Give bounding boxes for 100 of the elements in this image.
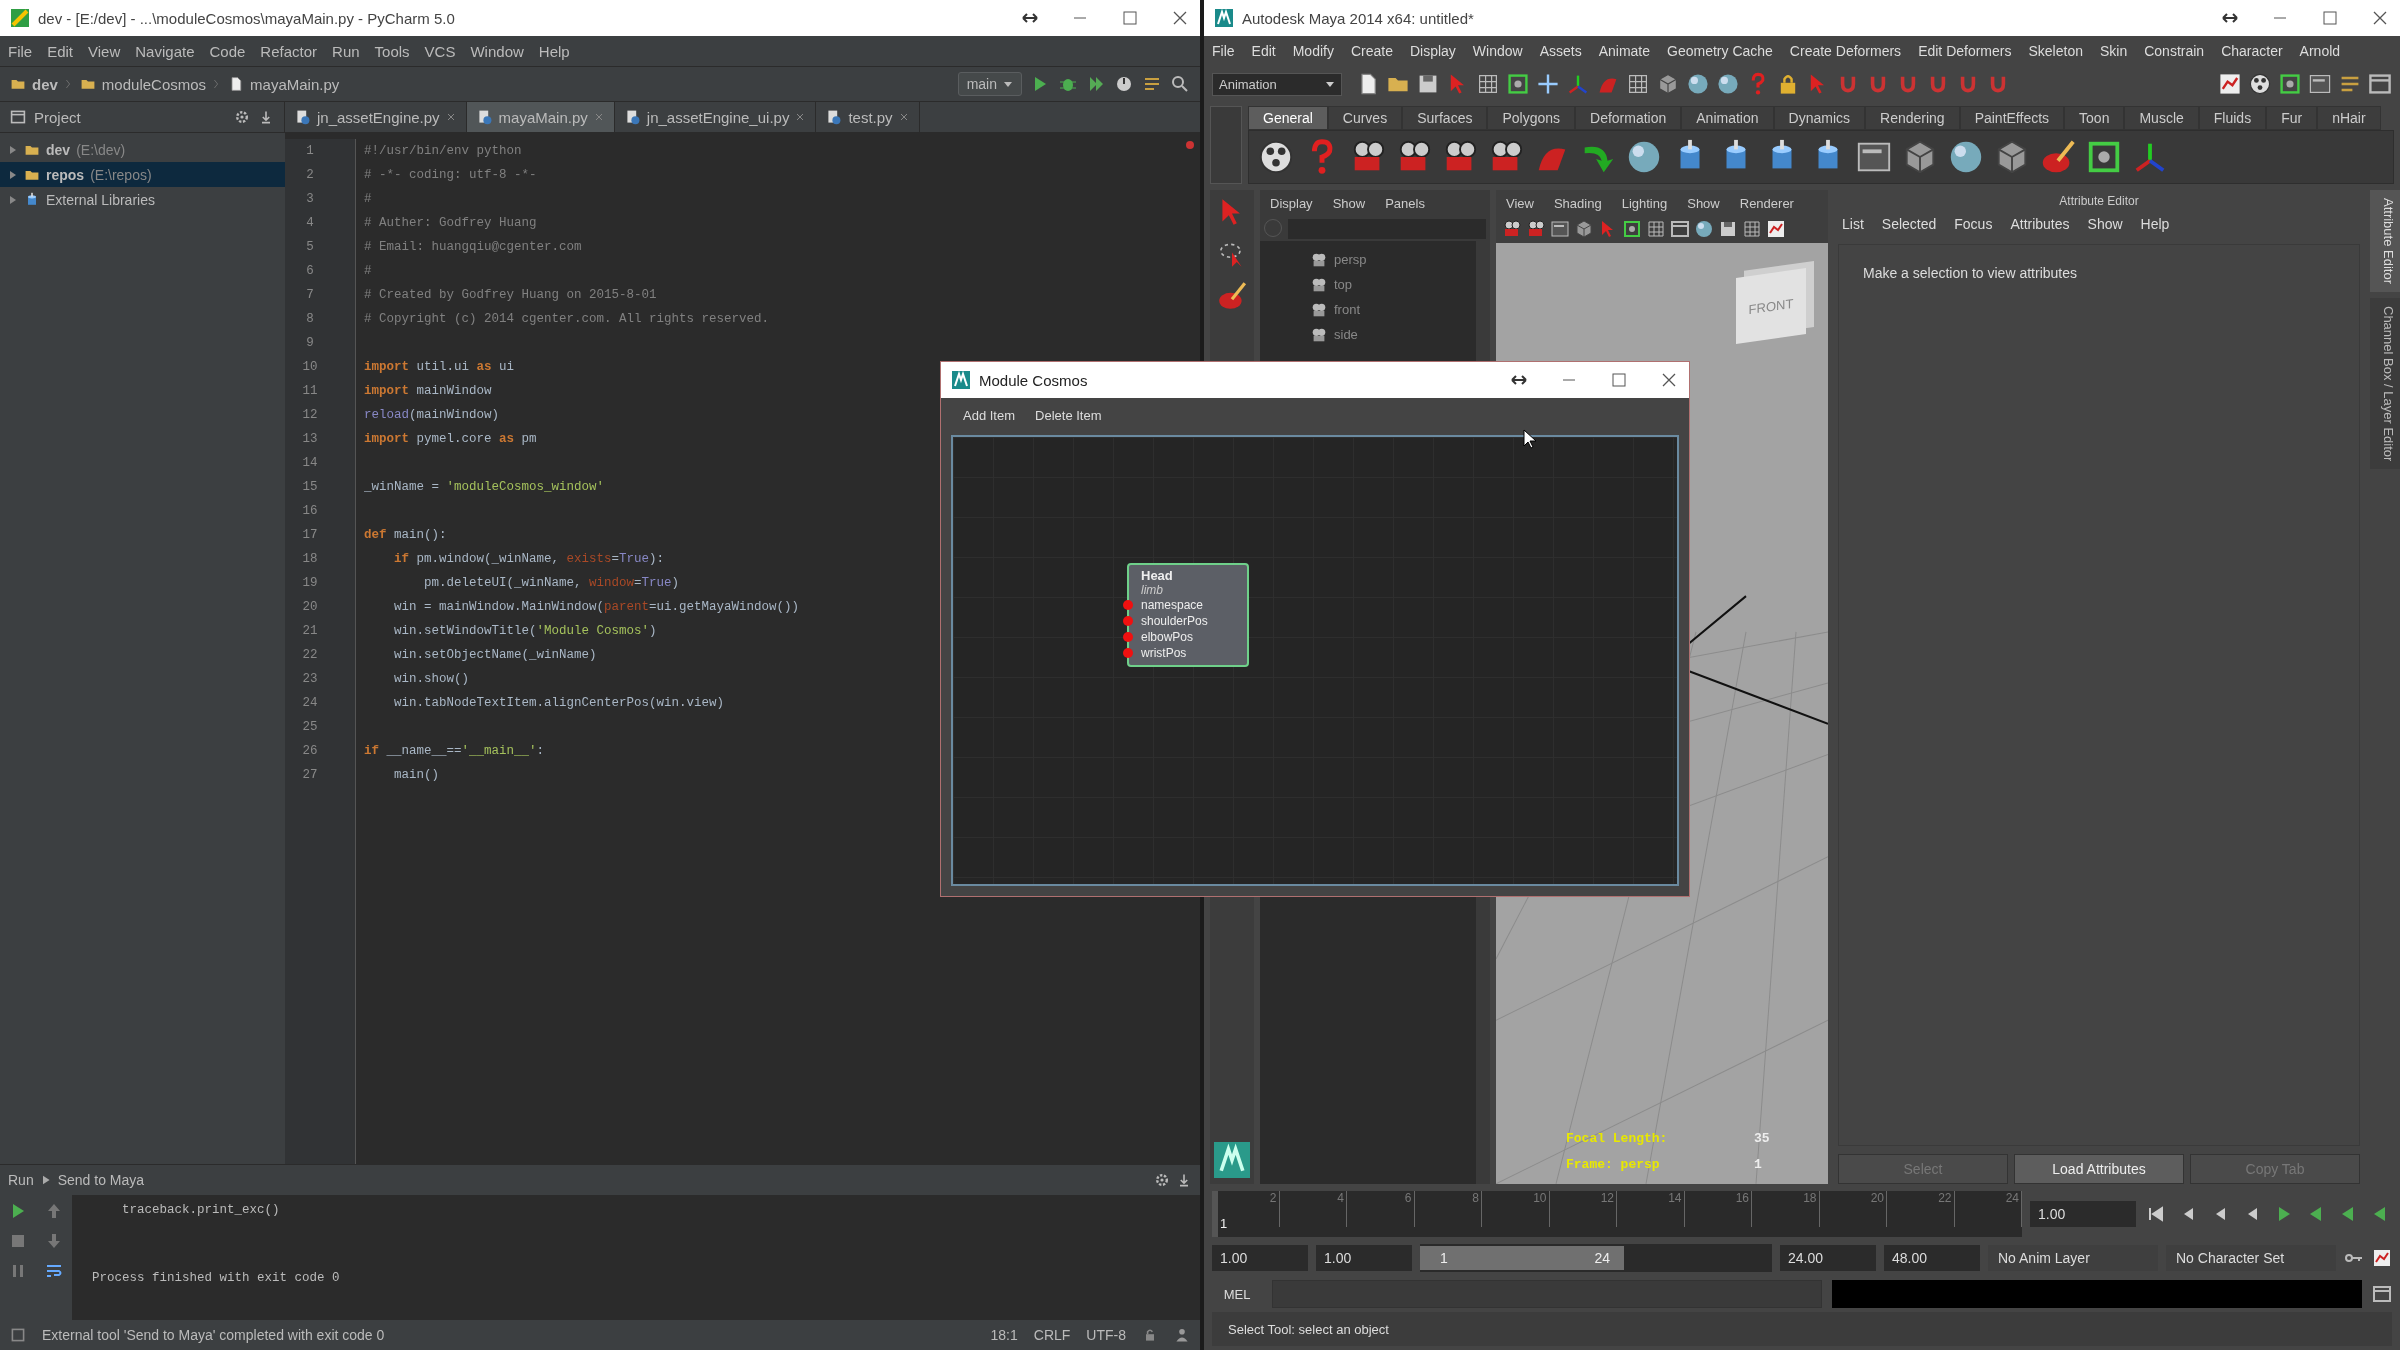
line-separator[interactable]: CRLF — [1033, 1327, 1071, 1343]
menu-item[interactable]: Skin — [2099, 43, 2128, 59]
command-language-label[interactable]: MEL — [1212, 1286, 1262, 1302]
menu-item[interactable]: Animate — [1598, 43, 1651, 59]
close-icon[interactable] — [445, 112, 456, 122]
graph-icon[interactable] — [2372, 1248, 2392, 1268]
shelf-tab[interactable]: nHair — [2317, 106, 2381, 130]
menu-item[interactable]: Create — [1350, 43, 1393, 59]
menu-item[interactable]: Create Deformers — [1789, 43, 1902, 59]
grid-icon[interactable] — [1646, 219, 1666, 239]
menu-item[interactable]: Assets — [1539, 43, 1582, 59]
tree-item[interactable]: dev (E:\dev) — [0, 137, 285, 162]
graph-icon[interactable] — [2218, 72, 2242, 96]
person-icon[interactable] — [1174, 1327, 1190, 1343]
panel-icon[interactable] — [2308, 72, 2332, 96]
breadcrumb[interactable]: mayaMain.py — [250, 75, 340, 93]
time-slider[interactable]: 1 2 4 6 8 10 12 14 16 18 20 22 24 — [1212, 1191, 2022, 1237]
end-time-field[interactable]: 48.00 — [1884, 1245, 1980, 1271]
shelf-tab[interactable]: Polygons — [1487, 106, 1575, 130]
menu-item[interactable]: Skeleton — [2028, 43, 2083, 59]
menu-item[interactable]: Show — [1332, 196, 1366, 211]
editor-tab[interactable]: jn_assetEngine.py — [285, 102, 467, 132]
menu-item[interactable]: Geometry Cache — [1667, 43, 1773, 59]
menu-item[interactable]: Modify — [1292, 43, 1334, 59]
range-end-field[interactable]: 24.00 — [1780, 1245, 1876, 1271]
shelf-tab[interactable]: Fluids — [2198, 106, 2267, 130]
sphere-icon[interactable] — [1716, 72, 1740, 96]
sphere-icon[interactable] — [1686, 72, 1710, 96]
side-tab[interactable]: Channel Box / Layer Editor — [2370, 298, 2400, 470]
character-set-dropdown[interactable]: No Character Set — [2166, 1245, 2336, 1271]
settings-icon[interactable] — [234, 109, 250, 125]
outliner-item[interactable]: front — [1310, 297, 1476, 322]
menu-item[interactable]: Selected — [1881, 216, 1937, 232]
shelf-menu-handle[interactable] — [1210, 106, 1242, 184]
menu-item[interactable]: Add Item — [963, 408, 1016, 423]
sphere-icon[interactable] — [1694, 219, 1714, 239]
menu-item[interactable]: Window — [470, 42, 524, 60]
menu-item[interactable]: Window — [1472, 43, 1523, 59]
breadcrumb[interactable]: dev — [32, 75, 58, 93]
frame-icon[interactable] — [1506, 72, 1530, 96]
settings-icon[interactable] — [1154, 1172, 1170, 1188]
current-time-field[interactable]: 1.00 — [2030, 1201, 2136, 1227]
caret-position[interactable]: 18:1 — [990, 1327, 1018, 1343]
menu-item[interactable]: Display — [1409, 43, 1456, 59]
menu-item[interactable]: Edit — [1251, 43, 1276, 59]
cube-icon[interactable] — [1574, 219, 1594, 239]
menu-item[interactable]: Constrain — [2144, 43, 2205, 59]
editor-tab[interactable]: jn_assetEngine_ui.py — [614, 102, 817, 132]
app-logo-icon[interactable] — [1214, 1142, 1250, 1178]
window-icon[interactable] — [2368, 72, 2392, 96]
menu-item[interactable]: Lighting — [1621, 196, 1668, 211]
node-canvas[interactable]: Head limb namespace shoulderPos elbowPos wristPos — [951, 435, 1679, 886]
panel-button[interactable]: Load Attributes — [2014, 1154, 2184, 1184]
shelf-tab[interactable]: Deformation — [1575, 106, 1682, 130]
gauge-icon[interactable] — [1114, 74, 1134, 94]
shelf-tab[interactable]: Surfaces — [1402, 106, 1488, 130]
film-reel-icon[interactable] — [2248, 72, 2272, 96]
menu-item[interactable]: Arnold — [2299, 43, 2341, 59]
menu-item[interactable]: Renderer — [1739, 196, 1794, 211]
movie-camera-icon[interactable] — [1526, 219, 1546, 239]
side-tab[interactable]: Attribute Editor — [2370, 190, 2400, 292]
shelf-tab[interactable]: PaintEffects — [1959, 106, 2065, 130]
run-target[interactable]: Send to Maya — [57, 1172, 145, 1188]
shelf-tab[interactable]: Toon — [2064, 106, 2125, 130]
menu-item[interactable]: Shading — [1553, 196, 1602, 211]
port-dot[interactable] — [1123, 632, 1133, 642]
film-reel-icon[interactable] — [1257, 138, 1295, 176]
skip-back-icon[interactable] — [2146, 1204, 2166, 1224]
grid-icon[interactable] — [1626, 72, 1650, 96]
menu-item[interactable]: Show — [2087, 216, 2123, 232]
anim-layer-dropdown[interactable]: No Anim Layer — [1988, 1245, 2158, 1271]
menu-item[interactable]: Attributes — [2010, 216, 2070, 232]
menu-item[interactable]: Edit Deformers — [1918, 43, 2012, 59]
editor-tab[interactable]: test.py — [816, 102, 920, 132]
menu-item[interactable]: List — [1842, 216, 1864, 232]
script-editor-icon[interactable] — [2372, 1284, 2392, 1304]
current-frame-marker[interactable] — [1212, 1191, 1218, 1237]
shelf-tab[interactable]: Fur — [2266, 106, 2318, 130]
menu-item[interactable]: Run — [332, 42, 360, 60]
close-icon[interactable] — [795, 112, 806, 122]
menu-item[interactable]: File — [8, 42, 33, 60]
range-slider[interactable]: 1 24 — [1420, 1244, 1772, 1272]
menu-item[interactable]: View — [1506, 196, 1534, 211]
breadcrumb[interactable]: moduleCosmos — [101, 75, 207, 93]
menu-item[interactable]: Edit — [47, 42, 74, 60]
outliner-item[interactable]: persp — [1310, 247, 1476, 272]
search-icon[interactable] — [1170, 74, 1190, 94]
tree-item[interactable]: repos (E:\repos) — [0, 162, 285, 187]
menu-item[interactable]: File — [1212, 43, 1235, 59]
menu-item[interactable]: Navigate — [135, 42, 195, 60]
menu-item[interactable]: Help — [538, 42, 570, 60]
menu-item[interactable]: VCS — [424, 42, 456, 60]
frame-icon[interactable] — [1622, 219, 1642, 239]
menu-item[interactable]: Refactor — [260, 42, 318, 60]
menu-set-dropdown[interactable]: Animation — [1212, 72, 1342, 96]
save-icon[interactable] — [1718, 219, 1738, 239]
menu-item[interactable]: Display — [1270, 196, 1313, 211]
menu-item[interactable]: Focus — [1954, 216, 1993, 232]
start-time-field[interactable]: 1.00 — [1212, 1245, 1308, 1271]
brush-icon[interactable] — [1216, 280, 1248, 312]
